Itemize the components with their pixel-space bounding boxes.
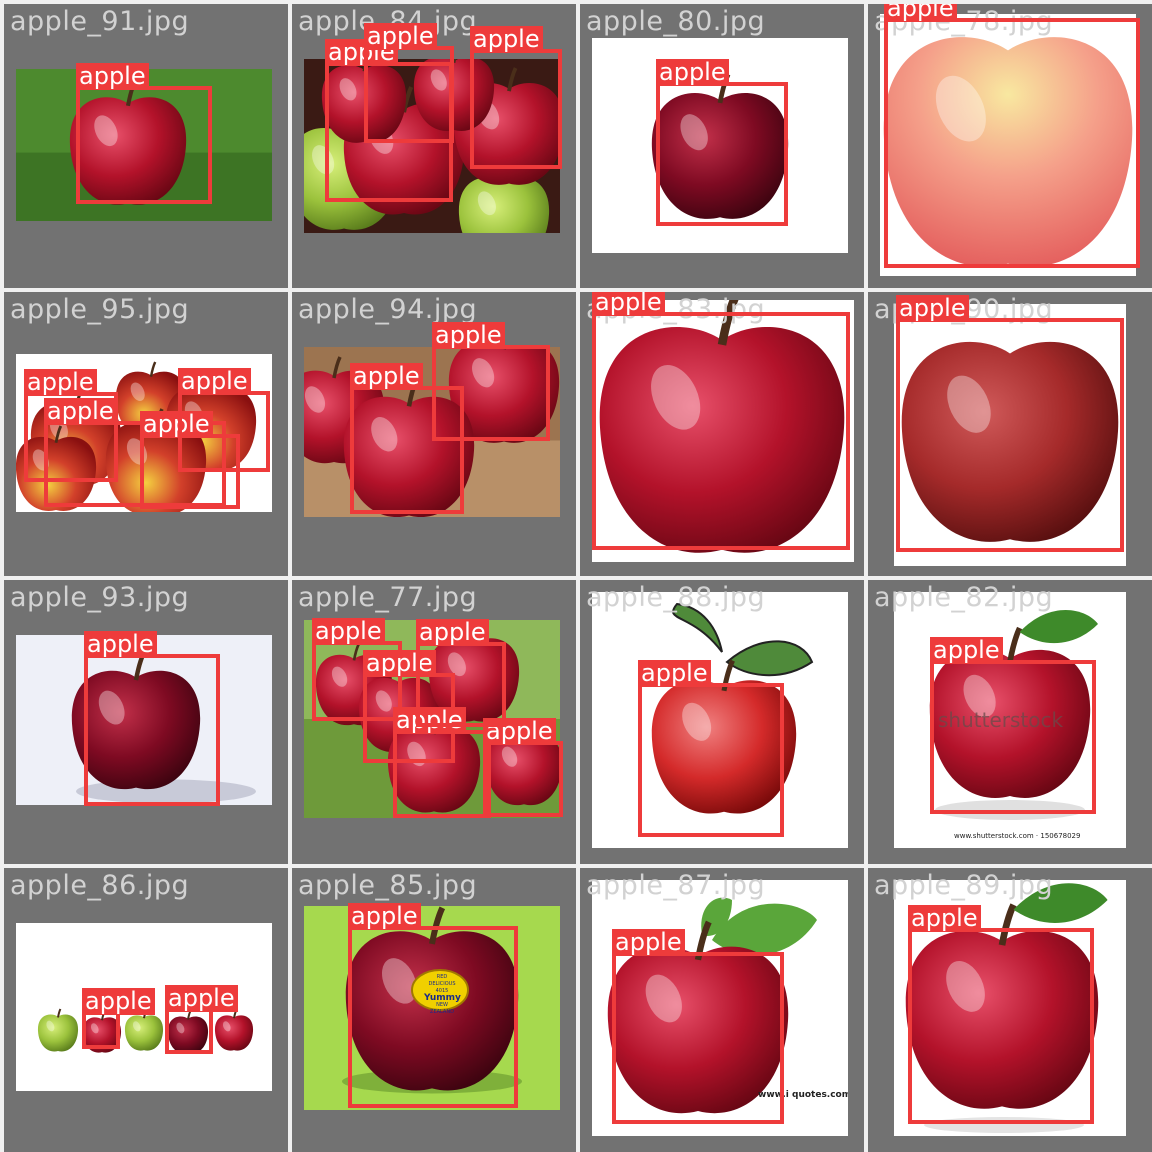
- detection-label: apple: [24, 369, 97, 396]
- image-tile: apple apple apple apple apple_95.jpg: [4, 292, 288, 576]
- detection-label: apple: [350, 363, 423, 390]
- detection-box: apple: [930, 637, 1096, 814]
- detection-label: apple: [592, 292, 665, 316]
- detection-label: apple: [84, 631, 157, 658]
- detection-box: apple: [470, 26, 562, 169]
- image-tile: apple apple_93.jpg: [4, 580, 288, 864]
- detection-label: apple: [82, 988, 155, 1015]
- detection-label: apple: [44, 398, 117, 425]
- image-tile: apple apple_91.jpg: [4, 4, 288, 288]
- image-tile: apple apple_89.jpg: [868, 868, 1152, 1152]
- detection-box: apple: [908, 905, 1094, 1124]
- filename-label: apple_77.jpg: [298, 582, 478, 613]
- detection-label: apple: [612, 929, 685, 956]
- detection-label: apple: [470, 26, 543, 53]
- filename-label: apple_93.jpg: [10, 582, 190, 613]
- detection-grid: apple apple_91.jpg apple apple apple apple_8…: [0, 0, 1152, 1152]
- detection-box: apple: [82, 988, 155, 1049]
- detection-box: apple: [364, 23, 454, 143]
- detection-box: apple: [76, 63, 212, 204]
- filename-label: apple_80.jpg: [586, 6, 766, 37]
- detection-box: apple: [884, 4, 1140, 268]
- detection-label: apple: [884, 4, 957, 22]
- detection-label: apple: [638, 660, 711, 687]
- image-tile: apple apple apple_94.jpg: [292, 292, 576, 576]
- detection-label: apple: [896, 295, 969, 322]
- detection-box: apple: [178, 368, 270, 472]
- detection-box: apple: [592, 292, 850, 550]
- image-tile: www.i quotes.com apple apple_87.jpg: [580, 868, 864, 1152]
- detection-box: apple: [432, 322, 550, 441]
- filename-label: apple_95.jpg: [10, 294, 190, 325]
- image-tile: shutterstock www.shutterstock.com · 15067…: [868, 580, 1152, 864]
- detection-label: apple: [416, 619, 489, 646]
- detection-label: apple: [348, 903, 421, 930]
- image-tile: apple apple apple apple_84.jpg: [292, 4, 576, 288]
- detection-label: apple: [312, 618, 385, 645]
- filename-label: apple_86.jpg: [10, 870, 190, 901]
- detection-box: apple: [84, 631, 220, 806]
- image-tile: apple apple_83.jpg: [580, 292, 864, 576]
- image-tile: appleapple_90.jpg: [868, 292, 1152, 576]
- image-tile: apple apple apple_86.jpg: [4, 868, 288, 1152]
- detection-label: apple: [76, 63, 149, 90]
- detection-box: apple: [348, 903, 518, 1108]
- image-tile: RED DELICIOUS 4015 Yummy NEW ZEALAND apple ap…: [292, 868, 576, 1152]
- detection-box: apple: [483, 718, 563, 817]
- detection-box: apple: [656, 59, 788, 226]
- detection-box: apple: [612, 929, 784, 1124]
- detection-box: apple: [896, 295, 1124, 552]
- detection-label: apple: [178, 368, 251, 395]
- detection-label: apple: [656, 59, 729, 86]
- filename-label: apple_85.jpg: [298, 870, 478, 901]
- detection-box: apple: [638, 660, 784, 837]
- image-tile: apple apple_80.jpg: [580, 4, 864, 288]
- image-caption: www.shutterstock.com · 150678029: [954, 832, 1081, 840]
- filename-label: apple_91.jpg: [10, 6, 190, 37]
- detection-label: apple: [908, 905, 981, 932]
- detection-label: apple: [930, 637, 1003, 664]
- detection-label: apple: [165, 985, 238, 1012]
- detection-box: apple: [393, 707, 491, 818]
- image-tile: apple apple apple apple apple apple_77.jpg: [292, 580, 576, 864]
- detection-box: apple: [416, 619, 506, 727]
- detection-label: apple: [432, 322, 505, 349]
- detection-label: apple: [364, 23, 437, 50]
- detection-box: apple: [165, 985, 238, 1054]
- image-tile: apple apple_78.jpg: [868, 4, 1152, 288]
- image-tile: apple apple_88.jpg: [580, 580, 864, 864]
